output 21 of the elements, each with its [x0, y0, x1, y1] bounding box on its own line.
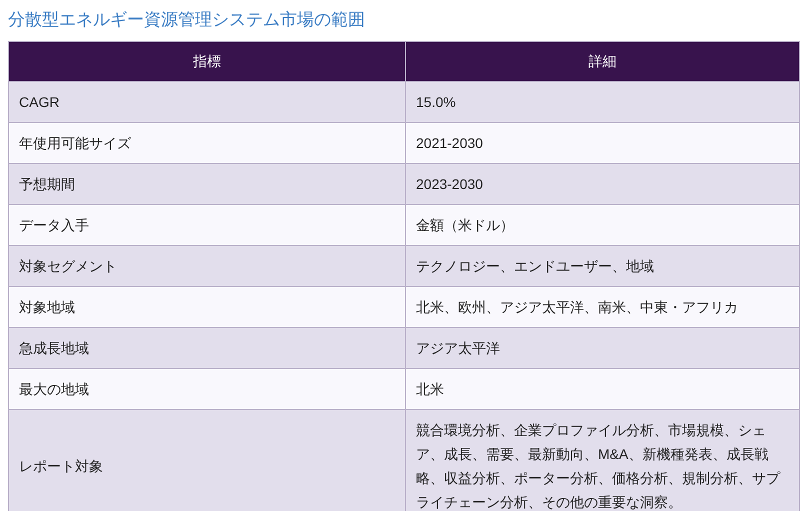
- table-cell: 対象地域: [8, 286, 406, 328]
- table-cell: 15.0%: [406, 82, 800, 122]
- table-cell: アジア太平洋: [406, 328, 800, 368]
- table-cell: レポート対象: [8, 410, 406, 511]
- column-header: 詳細: [406, 42, 800, 82]
- table-cell: テクノロジー、エンドユーザー、地域: [406, 246, 800, 286]
- column-header: 指標: [8, 42, 406, 82]
- table-cell: 北米: [406, 368, 800, 410]
- table-cell: CAGR: [8, 82, 406, 122]
- table-cell: 2023-2030: [406, 164, 800, 204]
- table-cell: 急成長地域: [8, 328, 406, 368]
- table-cell: 最大の地域: [8, 368, 406, 410]
- table-cell: 予想期間: [8, 164, 406, 204]
- table-cell: 金額（米ドル）: [406, 204, 800, 246]
- table-cell: データ入手: [8, 204, 406, 246]
- table-cell: 2021-2030: [406, 122, 800, 164]
- table-cell: 北米、欧州、アジア太平洋、南米、中東・アフリカ: [406, 286, 800, 328]
- table-cell: 競合環境分析、企業プロファイル分析、市場規模、シェア、成長、需要、最新動向、M&A、新機種発表、成長戦略、収益分析、ポーター分析、価格分析、規制分析、サプライチェーン分析、その他の重要な洞察。: [406, 410, 800, 511]
- page-title: 分散型エネルギー資源管理システム市場の範囲: [7, 9, 366, 31]
- table-cell: 対象セグメント: [8, 246, 406, 286]
- table-cell: 年使用可能サイズ: [8, 122, 406, 164]
